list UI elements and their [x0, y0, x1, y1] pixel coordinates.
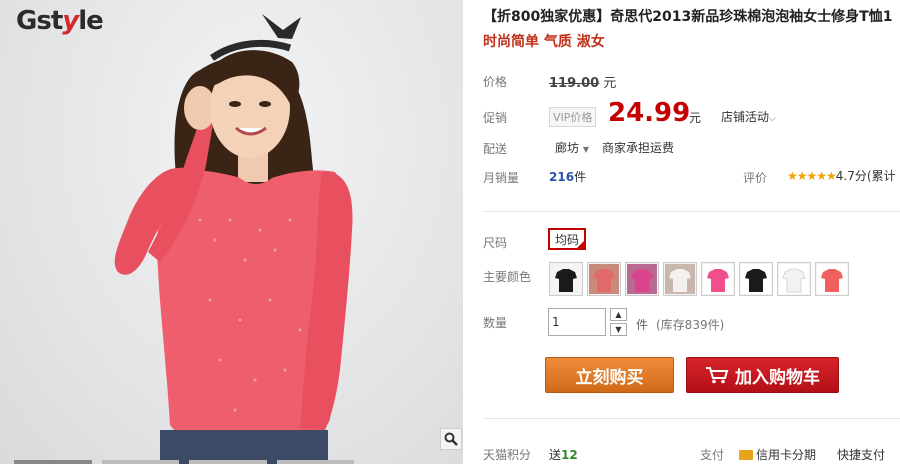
quantity-label: 数量: [483, 316, 508, 330]
thumbnail[interactable]: [276, 460, 354, 464]
credit-installment-link[interactable]: 信用卡分期: [739, 446, 816, 463]
price-label: 价格: [483, 75, 508, 89]
section-divider: [483, 418, 900, 419]
shop-event-dropdown[interactable]: 店铺活动⌵: [721, 108, 776, 125]
magnifier-icon: [444, 432, 458, 446]
original-price-unit: 元: [603, 76, 617, 91]
brand-logo: Gstyle: [16, 6, 104, 36]
add-to-cart-label: 加入购物车: [735, 367, 820, 388]
buy-now-label: 立刻购买: [575, 367, 644, 388]
quantity-decrease-button[interactable]: ▼: [610, 323, 627, 336]
product-title: 【折800独家优惠】奇思代2013新品珍珠棉泡泡袖女士修身T恤1: [483, 9, 893, 25]
color-swatch[interactable]: [587, 262, 621, 296]
quantity-increase-button[interactable]: ▲: [610, 308, 627, 321]
shipping-label: 配送: [483, 142, 508, 156]
rating[interactable]: ★★★★★4.7分(累计: [787, 167, 896, 184]
quantity-unit: 件: [636, 318, 649, 332]
rating-label: 评价: [743, 171, 768, 185]
selected-check-icon: [576, 240, 585, 249]
points-prefix: 送: [549, 448, 562, 462]
original-price: 119.00 元: [549, 72, 616, 91]
thumbnail[interactable]: [189, 460, 267, 464]
payment-label: 支付: [700, 448, 725, 462]
shop-event-label: 店铺活动: [721, 110, 770, 124]
size-option-selected[interactable]: 均码: [548, 228, 586, 250]
thumbnail-strip[interactable]: [14, 460, 354, 464]
shipping-city-select[interactable]: 廊坊 ▼: [555, 139, 589, 156]
rating-text: 4.7分(累计: [835, 169, 896, 183]
add-to-cart-button[interactable]: 加入购物车: [686, 357, 839, 393]
monthly-sales-label: 月销量: [483, 171, 520, 185]
promo-price-unit: 元: [689, 111, 702, 125]
vip-price-tag: VIP价格: [549, 107, 597, 127]
zoom-button[interactable]: [440, 428, 462, 450]
monthly-sales-unit: 件: [574, 170, 587, 184]
color-swatch[interactable]: [663, 262, 697, 296]
color-swatch[interactable]: [625, 262, 659, 296]
thumbnail[interactable]: [101, 460, 179, 464]
color-swatch[interactable]: [739, 262, 773, 296]
credit-card-icon: [739, 449, 753, 460]
credit-installment-label: 信用卡分期: [756, 448, 817, 462]
color-swatch[interactable]: [701, 262, 735, 296]
color-label: 主要颜色: [483, 270, 532, 284]
monthly-sales-count: 216: [549, 170, 575, 184]
size-label: 尺码: [483, 236, 508, 250]
quantity-input[interactable]: [548, 308, 606, 336]
caret-down-icon: ▼: [615, 325, 622, 334]
product-subtitle: 时尚简单 气质 淑女: [483, 34, 605, 50]
thumbnail[interactable]: [14, 460, 92, 464]
star-rating-icon: ★★★★★: [787, 169, 837, 183]
color-swatch[interactable]: [549, 262, 583, 296]
shopping-cart-icon: [706, 367, 729, 384]
stock-count: (库存839件): [656, 318, 725, 332]
quick-pay-link[interactable]: 快捷支付: [837, 446, 885, 463]
promo-label: 促销: [483, 111, 508, 125]
tmall-points-label: 天猫积分: [483, 448, 532, 462]
product-details: 【折800独家优惠】奇思代2013新品珍珠棉泡泡袖女士修身T恤1 时尚简单 气质…: [483, 0, 900, 464]
promo-price: 24.99: [608, 98, 691, 128]
buy-now-button[interactable]: 立刻购买: [545, 357, 674, 393]
tmall-points: 送12: [549, 446, 578, 463]
shipping-city: 廊坊: [555, 141, 580, 155]
section-divider: [483, 211, 900, 212]
caret-down-icon: ▼: [582, 145, 589, 154]
color-swatch[interactable]: [777, 262, 811, 296]
chevron-down-icon: ⌵: [769, 114, 776, 124]
color-swatches: [549, 262, 849, 296]
product-image-gallery[interactable]: Gstyle: [0, 0, 463, 464]
color-swatch[interactable]: [815, 262, 849, 296]
points-value: 12: [561, 448, 578, 462]
original-price-value: 119.00: [549, 76, 600, 91]
product-photo[interactable]: [0, 0, 463, 464]
caret-up-icon: ▲: [615, 310, 622, 319]
shipping-note: 商家承担运费: [602, 141, 675, 155]
monthly-sales: 216件: [549, 168, 586, 185]
